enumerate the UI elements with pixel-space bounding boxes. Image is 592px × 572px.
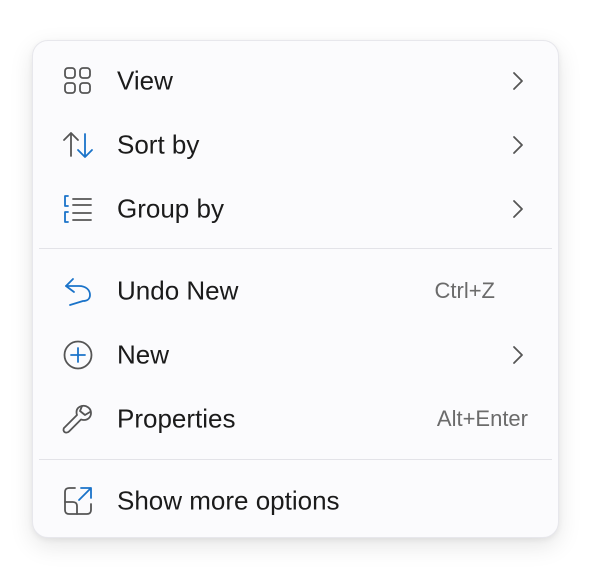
menu-item-label: Properties [117,403,236,434]
menu-item-group-by[interactable]: Group by [33,179,558,239]
shortcut-label: Alt+Enter [436,406,528,431]
open-external-icon [61,484,95,518]
menu-item-label: Sort by [117,129,200,160]
menu-separator [39,459,552,460]
menu-item-label: Show more options [117,485,340,516]
chevron-right-icon [510,344,526,366]
menu-item-label: View [117,65,173,96]
menu-item-label: New [117,339,170,370]
menu-item-show-more-options[interactable]: Show more options [33,471,558,531]
menu-item-view[interactable]: View [33,51,558,111]
chevron-right-icon [510,134,526,156]
context-menu: View Sort by Group by Undo New Ctrl+Z Ne… [32,40,559,538]
undo-icon [61,274,95,308]
chevron-right-icon [510,198,526,220]
shortcut-label: Ctrl+Z [434,278,496,303]
menu-item-sort-by[interactable]: Sort by [33,115,558,175]
group-list-icon [61,192,95,226]
grid-icon [61,64,95,98]
menu-separator [39,248,552,249]
menu-item-label: Group by [117,193,224,224]
menu-item-properties[interactable]: Properties Alt+Enter [33,389,558,449]
menu-item-label: Undo New [117,275,239,306]
chevron-right-icon [510,70,526,92]
sort-arrows-icon [61,128,95,162]
add-circle-icon [61,338,95,372]
wrench-icon [61,402,95,436]
menu-item-new[interactable]: New [33,325,558,385]
menu-item-undo-new[interactable]: Undo New Ctrl+Z [33,261,558,321]
